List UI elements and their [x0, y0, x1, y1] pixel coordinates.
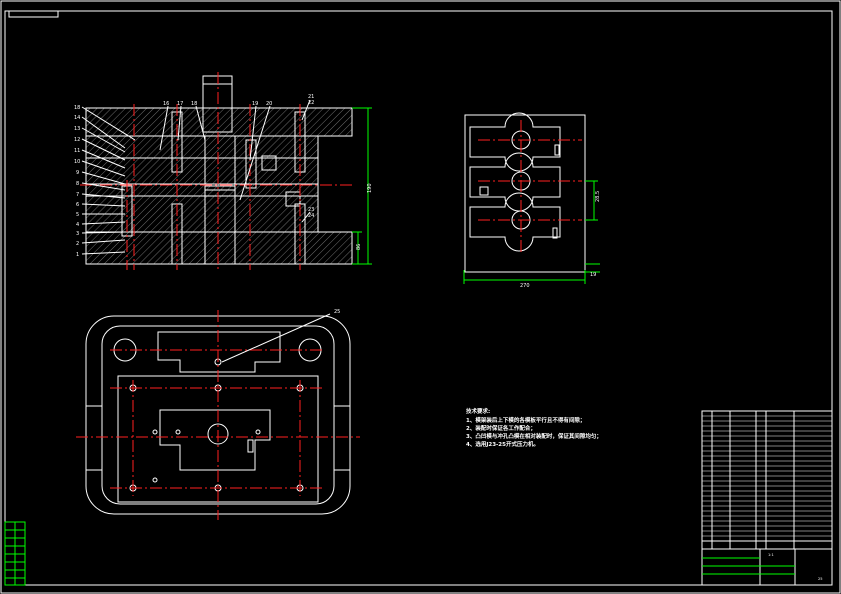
- leader-label-8: 8: [76, 181, 79, 187]
- section-dimensions: 190 86: [352, 107, 373, 265]
- leader-label-3: 3: [76, 231, 79, 237]
- title-part-no: 25: [818, 577, 823, 581]
- dim-pitch: 28.5: [595, 191, 601, 202]
- leader-label-20: 20: [266, 101, 272, 107]
- tech-line-2: 2、装配时保证各工作配合；: [466, 424, 536, 432]
- dim-strip-width: 270: [520, 283, 530, 289]
- leader-label-16: 16: [163, 101, 169, 107]
- leader-label-14: 14: [74, 115, 80, 121]
- dim-total-height: 190: [367, 183, 373, 193]
- cad-drawing-sheet: 18 14 13 12 11 10 9 8 7 6 5 4 3 2 1 16 1…: [0, 0, 841, 594]
- leader-label-5: 5: [76, 212, 79, 218]
- tech-title: 技术要求:: [466, 407, 490, 415]
- leader-label-4: 4: [76, 222, 79, 228]
- leader-label-6: 6: [76, 202, 79, 208]
- leader-label-24: 24: [308, 213, 314, 219]
- leader-label-2: 2: [76, 241, 79, 247]
- tech-line-3: 3、凸凹模与冲孔凸模在相对装配时，保证其间隙均匀；: [466, 432, 602, 440]
- plan-view: 25: [76, 309, 360, 520]
- leader-label-9: 9: [76, 170, 79, 176]
- inner-frame: [4, 10, 833, 586]
- leader-label-22: 22: [308, 100, 314, 106]
- leader-label-11: 11: [74, 148, 80, 154]
- leader-label-1: 1: [76, 252, 79, 258]
- leader-label-18b: 18: [191, 101, 197, 107]
- title-block: 1:1 25: [701, 410, 833, 586]
- leader-label-10: 10: [74, 159, 80, 165]
- top-left-tag-box: [8, 10, 59, 18]
- leader-label-17: 17: [177, 101, 183, 107]
- tech-line-1: 1、模架装后上下模的各模板平行且不得有间隙；: [466, 416, 585, 424]
- dim-lower-height: 86: [356, 244, 362, 250]
- dim-strip-height: 19: [590, 272, 596, 278]
- strip-layout: 270 19 28.5: [463, 112, 601, 289]
- leader-label-13: 13: [74, 126, 80, 132]
- tech-line-4: 4、选用J23-25开式压力机。: [466, 440, 539, 448]
- revision-strip: [4, 521, 26, 586]
- leader-label-12: 12: [74, 137, 80, 143]
- drawing-canvas: 18 14 13 12 11 10 9 8 7 6 5 4 3 2 1 16 1…: [0, 0, 841, 594]
- tech-requirements: 技术要求: 1、模架装后上下模的各模板平行且不得有间隙； 2、装配时保证各工作配…: [466, 407, 602, 448]
- leader-label-7: 7: [76, 192, 79, 198]
- leader-label-19: 19: [252, 101, 258, 107]
- plan-leader-label: 25: [334, 309, 340, 315]
- title-scale: 1:1: [768, 553, 774, 557]
- parts-list-rows: [702, 415, 832, 542]
- leader-label-18: 18: [74, 105, 80, 111]
